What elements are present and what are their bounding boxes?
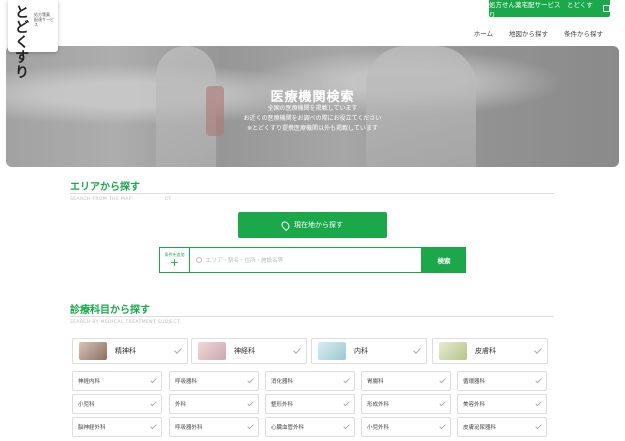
logo-main-text: とどくすり (15, 5, 29, 81)
area-section-title: エリアから探す (70, 182, 140, 193)
check-icon (293, 346, 301, 354)
dept-card[interactable]: 整形外科 (265, 394, 355, 414)
section-divider (70, 193, 554, 194)
dept-card[interactable]: 心臓血管外科 (265, 417, 355, 437)
hero-banner: 医療機関検索 全国の医療機関を掲載しています お近くの医療機関をお調べの際にお役… (6, 46, 619, 167)
check-icon (247, 399, 254, 407)
dept-card-dermatology[interactable]: 皮膚科 (432, 338, 548, 364)
dept-card-label: 呼吸器科 (175, 379, 198, 385)
dept-card[interactable]: 循環器科 (457, 371, 547, 391)
check-icon (535, 399, 542, 407)
dept-card[interactable]: 形成外科 (361, 394, 451, 414)
check-icon (439, 422, 446, 430)
dept-card-label: 精神科 (115, 347, 136, 355)
dept-card-internal-medicine[interactable]: 内科 (311, 338, 427, 364)
check-icon (150, 376, 157, 384)
dept-card-label: 循環器科 (463, 379, 486, 385)
dept-thumbnail (318, 342, 346, 360)
dept-card[interactable]: 美容外科 (457, 394, 547, 414)
plus-icon: + (169, 256, 180, 269)
nav-condition-search[interactable]: 条件から探す (564, 28, 603, 38)
current-location-button[interactable]: 現在地から探す (238, 212, 387, 238)
search-bar: 条件を追加 + エリア・駅名・住所・施設名等 検索 (159, 247, 466, 273)
check-icon (343, 399, 350, 407)
dept-card[interactable]: 胃腸科 (361, 371, 451, 391)
check-icon (247, 422, 254, 430)
check-icon (535, 376, 542, 384)
dept-card-label: 胃腸科 (367, 379, 384, 385)
check-icon (150, 422, 157, 430)
dept-card-label: 内科 (354, 347, 368, 355)
current-location-label: 現在地から探す (294, 221, 343, 229)
check-icon (534, 346, 542, 354)
dept-card-label: 小児外科 (367, 425, 390, 431)
search-placeholder: エリア・駅名・住所・施設名等 (206, 258, 284, 264)
dept-card[interactable]: 消化器科 (265, 371, 355, 391)
dept-card[interactable]: 呼吸器外科 (169, 417, 259, 437)
dept-thumbnail (439, 342, 467, 360)
cta-label: 処方せん薬宅配サービス とどくすり (489, 0, 593, 19)
external-link-icon (603, 5, 610, 12)
logo-sub-text: 処方箋薬 配達サービス (34, 12, 54, 27)
check-icon (439, 399, 446, 407)
dept-card-label: 皮膚科 (475, 347, 496, 355)
area-section-subtitle-extra: OT (165, 197, 172, 202)
dept-card-label: 外科 (175, 402, 187, 408)
nav-map-search[interactable]: 地図から探す (509, 28, 548, 38)
hero-line: ※とどくすり提携医療機関以外も掲載しています (247, 125, 378, 132)
search-input[interactable]: エリア・駅名・住所・施設名等 (189, 247, 422, 273)
dept-thumbnail (79, 342, 107, 360)
dept-card-label: 消化器科 (271, 379, 294, 385)
dept-card[interactable]: 外科 (169, 394, 259, 414)
dept-card-label: 整形外科 (271, 402, 294, 408)
check-icon (535, 422, 542, 430)
dept-card-psychiatry[interactable]: 精神科 (72, 338, 188, 364)
check-icon (413, 346, 421, 354)
dept-card-label: 美容外科 (463, 402, 486, 408)
dept-card[interactable]: 呼吸器科 (169, 371, 259, 391)
section-divider (70, 316, 554, 317)
dept-card[interactable]: 小児科 (72, 394, 162, 414)
dept-card-label: 呼吸器外科 (175, 425, 203, 431)
hero-line: お近くの医療機関をお調べの際にお役立てください (243, 115, 382, 122)
department-section-title: 診療科目から探す (70, 305, 150, 316)
dept-card-label: 脳神経外科 (78, 425, 106, 431)
check-icon (343, 422, 350, 430)
dept-card-label: 皮膚泌尿器科 (463, 425, 497, 431)
check-icon (343, 376, 350, 384)
site-logo[interactable]: とどくすり 処方箋薬 配達サービス (8, 0, 58, 81)
check-icon (247, 376, 254, 384)
nav-home[interactable]: ホーム (474, 28, 493, 38)
search-icon (196, 257, 202, 263)
department-section-subtitle: SEARCH BY MEDICAL TREATMENT SUBJECT (70, 320, 181, 325)
dept-card[interactable]: 神経内科 (72, 371, 162, 391)
hero-title: 医療機関検索 (270, 90, 355, 105)
location-pin-icon (279, 219, 292, 231)
dept-card-label: 心臓血管外科 (271, 425, 305, 431)
dept-card[interactable]: 小児外科 (361, 417, 451, 437)
check-icon (174, 346, 182, 354)
dept-thumbnail (198, 342, 226, 360)
dept-card-label: 形成外科 (367, 402, 390, 408)
main-nav: ホーム 地図から探す 条件から探す (474, 28, 603, 38)
dept-card-label: 小児科 (78, 402, 95, 408)
check-icon (439, 376, 446, 384)
check-icon (150, 399, 157, 407)
dept-card-label: 神経内科 (78, 379, 101, 385)
area-section-subtitle: SEARCH FROM THE MAP (70, 197, 132, 202)
dept-card[interactable]: 皮膚泌尿器科 (457, 417, 547, 437)
dept-card-label: 神経科 (234, 347, 255, 355)
dept-card[interactable]: 脳神経外科 (72, 417, 162, 437)
page: とどくすり 処方箋薬 配達サービス 処方せん薬宅配サービス とどくすり ホーム … (0, 0, 625, 441)
todokusuri-service-link[interactable]: 処方せん薬宅配サービス とどくすり (489, 0, 610, 19)
dept-card-neurology[interactable]: 神経科 (191, 338, 307, 364)
search-button[interactable]: 検索 (422, 247, 466, 273)
add-condition-button[interactable]: 条件を追加 + (159, 247, 189, 273)
hero-line: 全国の医療機関を掲載しています (267, 105, 358, 112)
